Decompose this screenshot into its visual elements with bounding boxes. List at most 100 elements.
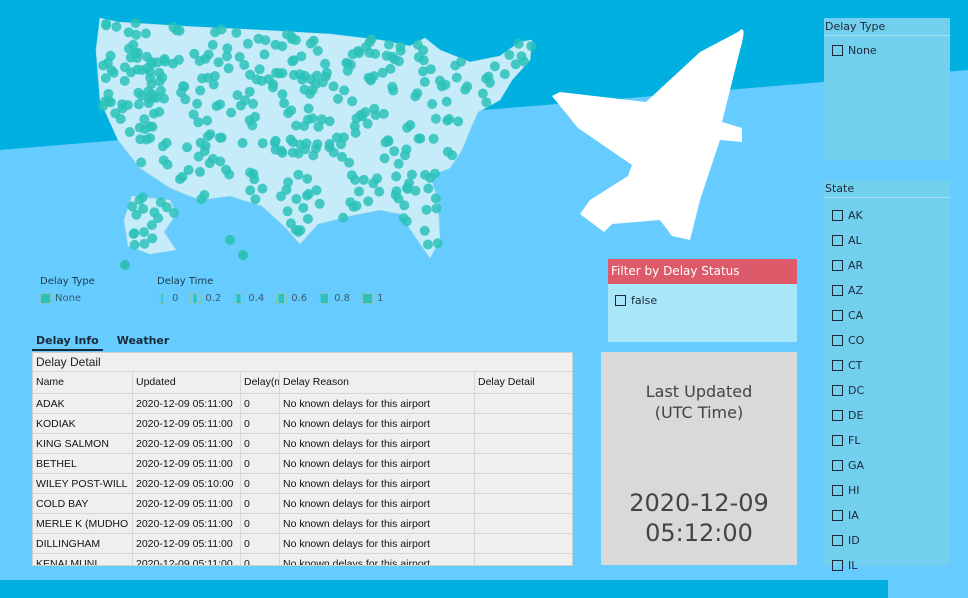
airport-marker[interactable] bbox=[215, 99, 226, 110]
airport-marker[interactable] bbox=[431, 203, 442, 214]
tab-weather[interactable]: Weather bbox=[113, 333, 174, 351]
airport-marker[interactable] bbox=[195, 166, 205, 177]
airport-marker[interactable] bbox=[253, 33, 264, 44]
airport-marker[interactable] bbox=[440, 79, 451, 90]
airport-marker[interactable] bbox=[139, 227, 149, 238]
airport-marker[interactable] bbox=[270, 135, 281, 146]
airport-marker[interactable] bbox=[225, 235, 235, 245]
state-option-de[interactable]: DE bbox=[824, 403, 950, 428]
airport-marker[interactable] bbox=[442, 146, 453, 157]
airport-marker[interactable] bbox=[195, 85, 206, 96]
airport-marker[interactable] bbox=[247, 120, 258, 131]
airport-marker[interactable] bbox=[400, 150, 410, 161]
airport-marker[interactable] bbox=[430, 193, 441, 204]
airport-marker[interactable] bbox=[346, 170, 357, 181]
checkbox[interactable] bbox=[832, 260, 843, 271]
airport-marker[interactable] bbox=[103, 96, 114, 107]
airport-marker[interactable] bbox=[208, 79, 219, 90]
airport-marker[interactable] bbox=[189, 48, 200, 59]
airport-marker[interactable] bbox=[395, 41, 406, 52]
airport-marker[interactable] bbox=[432, 238, 443, 249]
airport-marker[interactable] bbox=[257, 183, 268, 194]
airport-marker[interactable] bbox=[302, 173, 313, 184]
state-option-fl[interactable]: FL bbox=[824, 428, 950, 453]
state-option-dc[interactable]: DC bbox=[824, 378, 950, 403]
airport-marker[interactable] bbox=[174, 25, 185, 36]
airport-marker[interactable] bbox=[442, 115, 453, 126]
airport-marker[interactable] bbox=[312, 45, 323, 56]
airport-marker[interactable] bbox=[344, 157, 355, 168]
airport-marker[interactable] bbox=[481, 97, 492, 108]
checkbox[interactable] bbox=[832, 485, 843, 496]
airport-marker[interactable] bbox=[328, 81, 339, 92]
airport-marker[interactable] bbox=[259, 49, 270, 60]
airport-marker[interactable] bbox=[285, 134, 296, 145]
airport-marker[interactable] bbox=[398, 213, 409, 224]
airport-marker[interactable] bbox=[270, 144, 281, 155]
airport-marker[interactable] bbox=[129, 239, 140, 250]
table-row[interactable]: COLD BAY 2020-12-09 05:11:00 0 No known del… bbox=[33, 493, 572, 513]
state-option-al[interactable]: AL bbox=[824, 228, 950, 253]
airport-marker[interactable] bbox=[143, 98, 154, 109]
checkbox[interactable] bbox=[615, 295, 626, 306]
table-row[interactable]: MERLE K (MUDHO 2020-12-09 05:11:00 0 No kno… bbox=[33, 513, 572, 533]
table-row[interactable]: DILLINGHAM 2020-12-09 05:11:00 0 No known d… bbox=[33, 533, 572, 553]
airport-marker[interactable] bbox=[321, 67, 332, 78]
airport-marker[interactable] bbox=[124, 127, 135, 137]
airport-marker[interactable] bbox=[130, 18, 141, 29]
column-header-delay[interactable]: Delay(m bbox=[241, 372, 280, 393]
airport-marker[interactable] bbox=[295, 225, 306, 236]
airport-marker[interactable] bbox=[399, 200, 410, 211]
airport-marker[interactable] bbox=[226, 107, 237, 118]
airport-marker[interactable] bbox=[128, 228, 139, 239]
airport-marker[interactable] bbox=[250, 111, 261, 122]
airport-marker[interactable] bbox=[276, 191, 286, 202]
airport-marker[interactable] bbox=[248, 169, 259, 179]
airport-marker[interactable] bbox=[216, 24, 227, 35]
airport-marker[interactable] bbox=[307, 84, 318, 95]
airport-marker[interactable] bbox=[338, 212, 349, 223]
airport-marker[interactable] bbox=[101, 20, 112, 31]
airport-marker[interactable] bbox=[135, 134, 146, 145]
airport-marker[interactable] bbox=[160, 56, 170, 67]
airport-marker[interactable] bbox=[362, 118, 373, 129]
table-row[interactable]: KODIAK 2020-12-09 05:11:00 0 No known delay… bbox=[33, 413, 572, 433]
airport-marker[interactable] bbox=[389, 146, 400, 157]
state-option-il[interactable]: IL bbox=[824, 553, 950, 578]
airport-marker[interactable] bbox=[256, 75, 267, 86]
airport-marker[interactable] bbox=[320, 58, 331, 69]
airport-marker[interactable] bbox=[405, 120, 416, 130]
state-option-ak[interactable]: AK bbox=[824, 203, 950, 228]
airport-marker[interactable] bbox=[342, 58, 353, 69]
airport-marker[interactable] bbox=[134, 122, 145, 133]
airport-marker[interactable] bbox=[274, 68, 284, 79]
airport-marker[interactable] bbox=[404, 178, 415, 189]
airport-marker[interactable] bbox=[339, 85, 350, 96]
airport-marker[interactable] bbox=[157, 72, 168, 83]
checkbox[interactable] bbox=[832, 335, 843, 346]
airport-marker[interactable] bbox=[156, 85, 166, 96]
airport-marker[interactable] bbox=[145, 67, 155, 77]
airport-marker[interactable] bbox=[393, 56, 404, 67]
airport-marker[interactable] bbox=[412, 88, 423, 99]
airport-marker[interactable] bbox=[231, 27, 242, 38]
airport-marker[interactable] bbox=[427, 99, 438, 109]
airport-marker[interactable] bbox=[347, 96, 358, 107]
airport-marker[interactable] bbox=[314, 198, 325, 209]
airport-marker[interactable] bbox=[293, 169, 304, 180]
airport-marker[interactable] bbox=[283, 108, 294, 119]
checkbox[interactable] bbox=[832, 285, 843, 296]
airport-marker[interactable] bbox=[419, 225, 430, 236]
table-row[interactable]: KING SALMON 2020-12-09 05:11:00 0 No known … bbox=[33, 433, 572, 453]
airport-marker[interactable] bbox=[277, 41, 288, 52]
airport-marker[interactable] bbox=[154, 106, 165, 117]
airport-marker[interactable] bbox=[379, 153, 390, 164]
airport-marker[interactable] bbox=[415, 133, 426, 144]
airport-marker[interactable] bbox=[351, 200, 362, 211]
airport-marker[interactable] bbox=[305, 38, 316, 49]
airport-marker[interactable] bbox=[193, 117, 204, 128]
state-option-id[interactable]: ID bbox=[824, 528, 950, 553]
airport-marker[interactable] bbox=[119, 75, 130, 86]
airport-marker[interactable] bbox=[418, 55, 429, 66]
airport-marker[interactable] bbox=[245, 185, 256, 196]
